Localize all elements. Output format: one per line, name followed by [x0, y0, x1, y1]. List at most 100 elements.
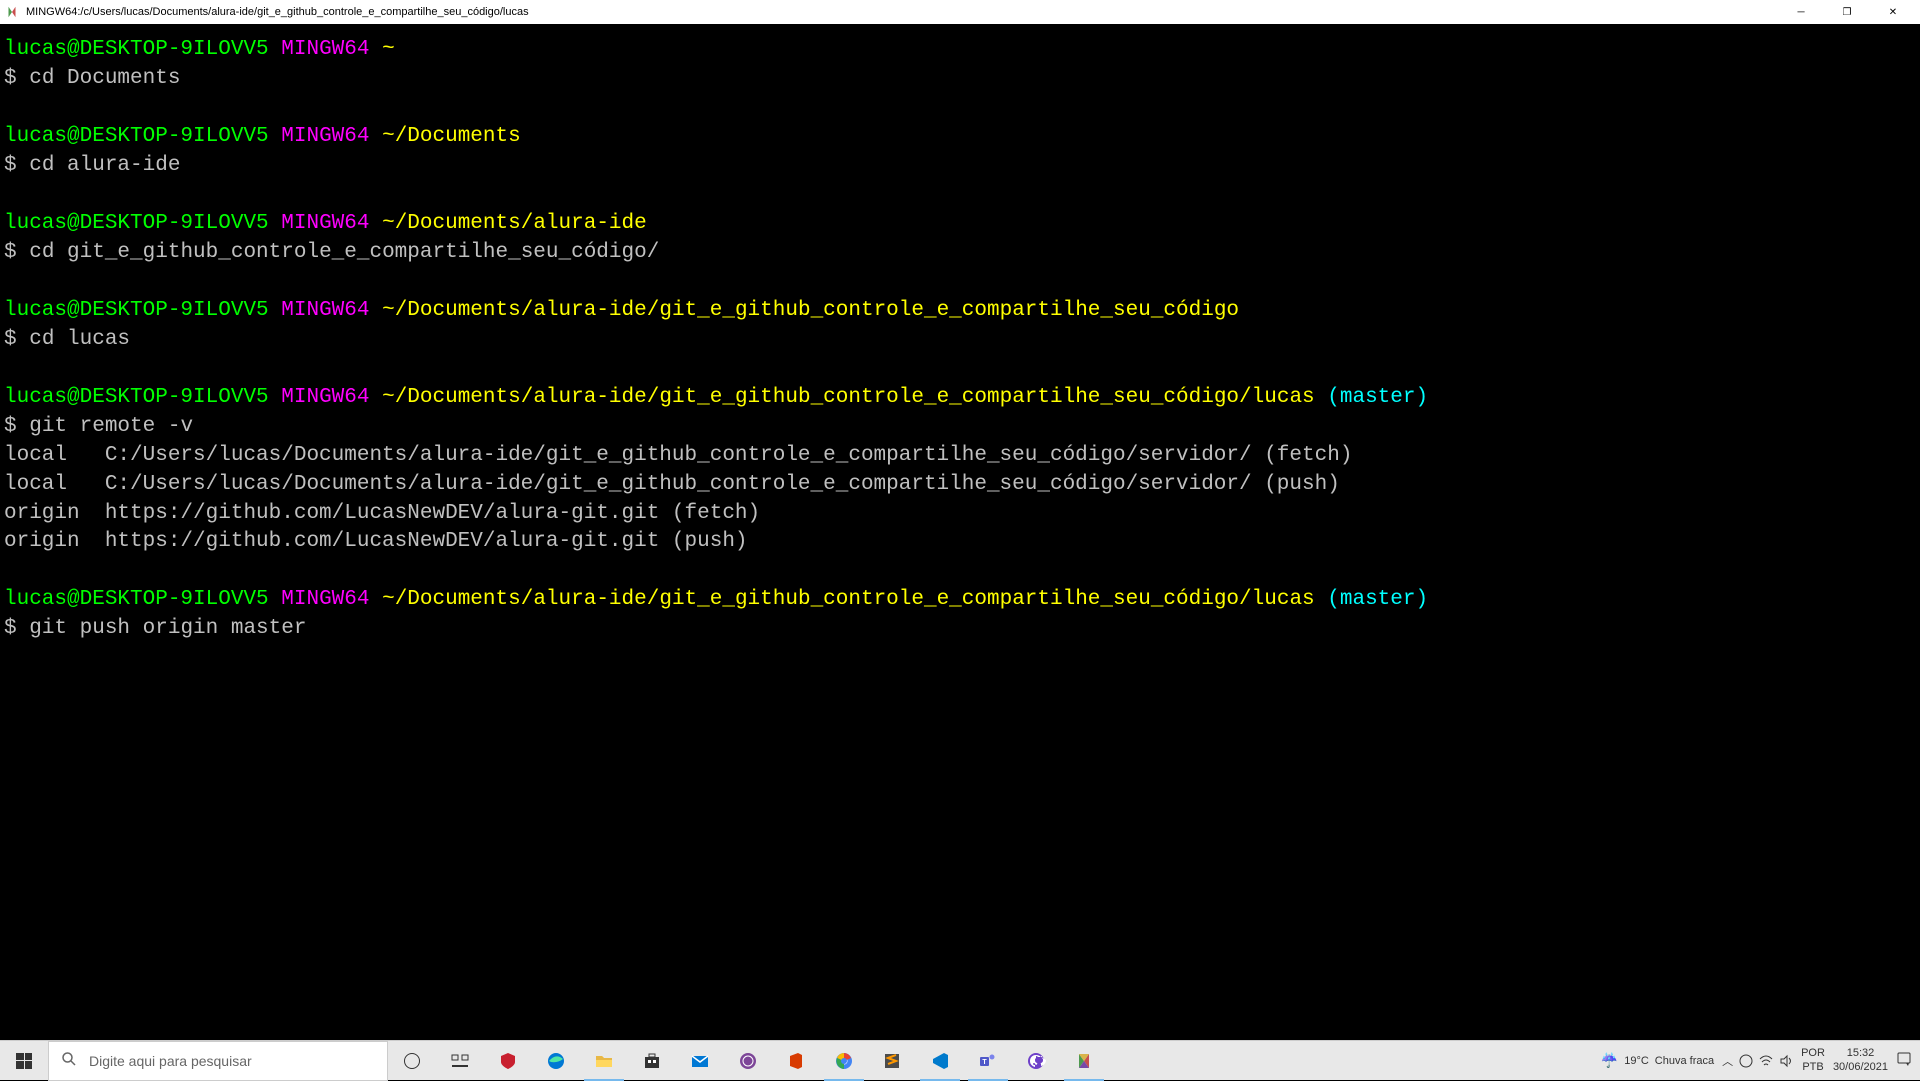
command-text: cd git_e_github_controle_e_compartilhe_s… — [29, 241, 659, 264]
taskbar-search[interactable]: Digite aqui para pesquisar — [48, 1041, 388, 1081]
app-chrome[interactable] — [820, 1041, 868, 1081]
app-sublime[interactable] — [868, 1041, 916, 1081]
blank-line — [4, 268, 1916, 297]
tray-icons[interactable]: ︿ — [1722, 1053, 1793, 1069]
prompt-line: lucas@DESKTOP-9ILOVV5 MINGW64 ~/Document… — [4, 384, 1916, 413]
cortana-icon — [404, 1053, 420, 1069]
prompt-dollar: $ — [4, 617, 29, 640]
app-file-explorer[interactable] — [580, 1041, 628, 1081]
prompt-path: ~ — [382, 38, 395, 61]
terminal-area[interactable]: lucas@DESKTOP-9ILOVV5 MINGW64 ~$ cd Docu… — [0, 24, 1920, 656]
app-teams[interactable]: T — [964, 1041, 1012, 1081]
prompt-line: lucas@DESKTOP-9ILOVV5 MINGW64 ~/Document… — [4, 586, 1916, 615]
taskbar-apps: T — [388, 1041, 1108, 1081]
task-view-button[interactable] — [436, 1041, 484, 1081]
weather-icon: ☔ — [1601, 1052, 1618, 1069]
prompt-shell: MINGW64 — [281, 386, 369, 409]
app-gitbash[interactable] — [1060, 1041, 1108, 1081]
bluetooth-icon[interactable] — [1739, 1054, 1753, 1068]
github-icon — [1026, 1051, 1046, 1071]
chrome-icon — [834, 1051, 854, 1071]
search-placeholder: Digite aqui para pesquisar — [89, 1053, 252, 1069]
windows-icon — [16, 1053, 32, 1069]
app-edge[interactable] — [532, 1041, 580, 1081]
svg-text:T: T — [982, 1059, 987, 1066]
app-github[interactable] — [1012, 1041, 1060, 1081]
command-text: cd Documents — [29, 67, 180, 90]
minimize-button[interactable]: ─ — [1778, 0, 1824, 24]
close-button[interactable]: ✕ — [1870, 0, 1916, 24]
prompt-dollar: $ — [4, 241, 29, 264]
prompt-path: ~/Documents — [382, 125, 521, 148]
prompt-branch: (master) — [1327, 386, 1428, 409]
app-mail[interactable] — [676, 1041, 724, 1081]
taskbar: Digite aqui para pesquisar — [0, 1040, 1920, 1080]
window-title: MINGW64:/c/Users/lucas/Documents/alura-i… — [26, 6, 1778, 18]
tor-icon — [738, 1051, 758, 1071]
prompt-user: lucas@DESKTOP-9ILOVV5 — [4, 212, 269, 235]
prompt-path: ~/Documents/alura-ide/git_e_github_contr… — [382, 588, 1315, 611]
prompt-path: ~/Documents/alura-ide/git_e_github_contr… — [382, 299, 1239, 322]
prompt-user: lucas@DESKTOP-9ILOVV5 — [4, 588, 269, 611]
prompt-path: ~/Documents/alura-ide/git_e_github_contr… — [382, 386, 1315, 409]
prompt-dollar: $ — [4, 328, 29, 351]
weather-text: Chuva fraca — [1655, 1055, 1714, 1067]
weather-widget[interactable]: ☔ 19°C Chuva fraca — [1601, 1052, 1714, 1069]
prompt-shell: MINGW64 — [281, 299, 369, 322]
store-icon — [642, 1051, 662, 1071]
wifi-icon[interactable] — [1759, 1054, 1773, 1068]
command-line: $ git remote -v — [4, 413, 1916, 442]
search-icon — [61, 1051, 77, 1070]
blank-line — [4, 94, 1916, 123]
app-vscode[interactable] — [916, 1041, 964, 1081]
gitbash-icon — [1074, 1051, 1094, 1071]
edge-icon — [546, 1051, 566, 1071]
notification-icon — [1896, 1051, 1912, 1067]
command-text: git push origin master — [29, 617, 306, 640]
command-text: cd alura-ide — [29, 154, 180, 177]
command-line: $ cd alura-ide — [4, 152, 1916, 181]
time: 15:32 — [1833, 1047, 1888, 1060]
task-view-button[interactable] — [388, 1041, 436, 1081]
prompt-line: lucas@DESKTOP-9ILOVV5 MINGW64 ~/Document… — [4, 297, 1916, 326]
prompt-line: lucas@DESKTOP-9ILOVV5 MINGW64 ~/Document… — [4, 210, 1916, 239]
office-icon — [786, 1051, 806, 1071]
prompt-shell: MINGW64 — [281, 212, 369, 235]
app-tor[interactable] — [724, 1041, 772, 1081]
mail-icon — [690, 1051, 710, 1071]
prompt-dollar: $ — [4, 154, 29, 177]
command-output: local C:/Users/lucas/Documents/alura-ide… — [4, 442, 1916, 558]
prompt-dollar: $ — [4, 67, 29, 90]
prompt-user: lucas@DESKTOP-9ILOVV5 — [4, 299, 269, 322]
prompt-shell: MINGW64 — [281, 125, 369, 148]
prompt-user: lucas@DESKTOP-9ILOVV5 — [4, 125, 269, 148]
maximize-button[interactable]: ❐ — [1824, 0, 1870, 24]
start-button[interactable] — [0, 1041, 48, 1081]
app-office[interactable] — [772, 1041, 820, 1081]
command-text: git remote -v — [29, 415, 193, 438]
blank-line — [4, 557, 1916, 586]
notifications-button[interactable] — [1896, 1051, 1912, 1070]
clock[interactable]: 15:32 30/06/2021 — [1833, 1047, 1888, 1073]
sublime-icon — [882, 1051, 902, 1071]
prompt-path: ~/Documents/alura-ide — [382, 212, 647, 235]
prompt-line: lucas@DESKTOP-9ILOVV5 MINGW64 ~ — [4, 36, 1916, 65]
mcafee-icon — [498, 1051, 518, 1071]
volume-icon[interactable] — [1779, 1054, 1793, 1068]
command-text: cd lucas — [29, 328, 130, 351]
app-store[interactable] — [628, 1041, 676, 1081]
command-line: $ cd lucas — [4, 326, 1916, 355]
prompt-user: lucas@DESKTOP-9ILOVV5 — [4, 38, 269, 61]
prompt-line: lucas@DESKTOP-9ILOVV5 MINGW64 ~/Document… — [4, 123, 1916, 152]
prompt-user: lucas@DESKTOP-9ILOVV5 — [4, 386, 269, 409]
vscode-icon — [930, 1051, 950, 1071]
app-mcafee[interactable] — [484, 1041, 532, 1081]
blank-line — [4, 355, 1916, 384]
prompt-dollar: $ — [4, 415, 29, 438]
weather-temp: 19°C — [1624, 1055, 1649, 1067]
command-line: $ cd git_e_github_controle_e_compartilhe… — [4, 239, 1916, 268]
app-icon — [4, 4, 20, 20]
chevron-up-icon[interactable]: ︿ — [1722, 1053, 1733, 1069]
language-indicator[interactable]: POR PTB — [1801, 1047, 1825, 1073]
command-line: $ git push origin master — [4, 615, 1916, 644]
